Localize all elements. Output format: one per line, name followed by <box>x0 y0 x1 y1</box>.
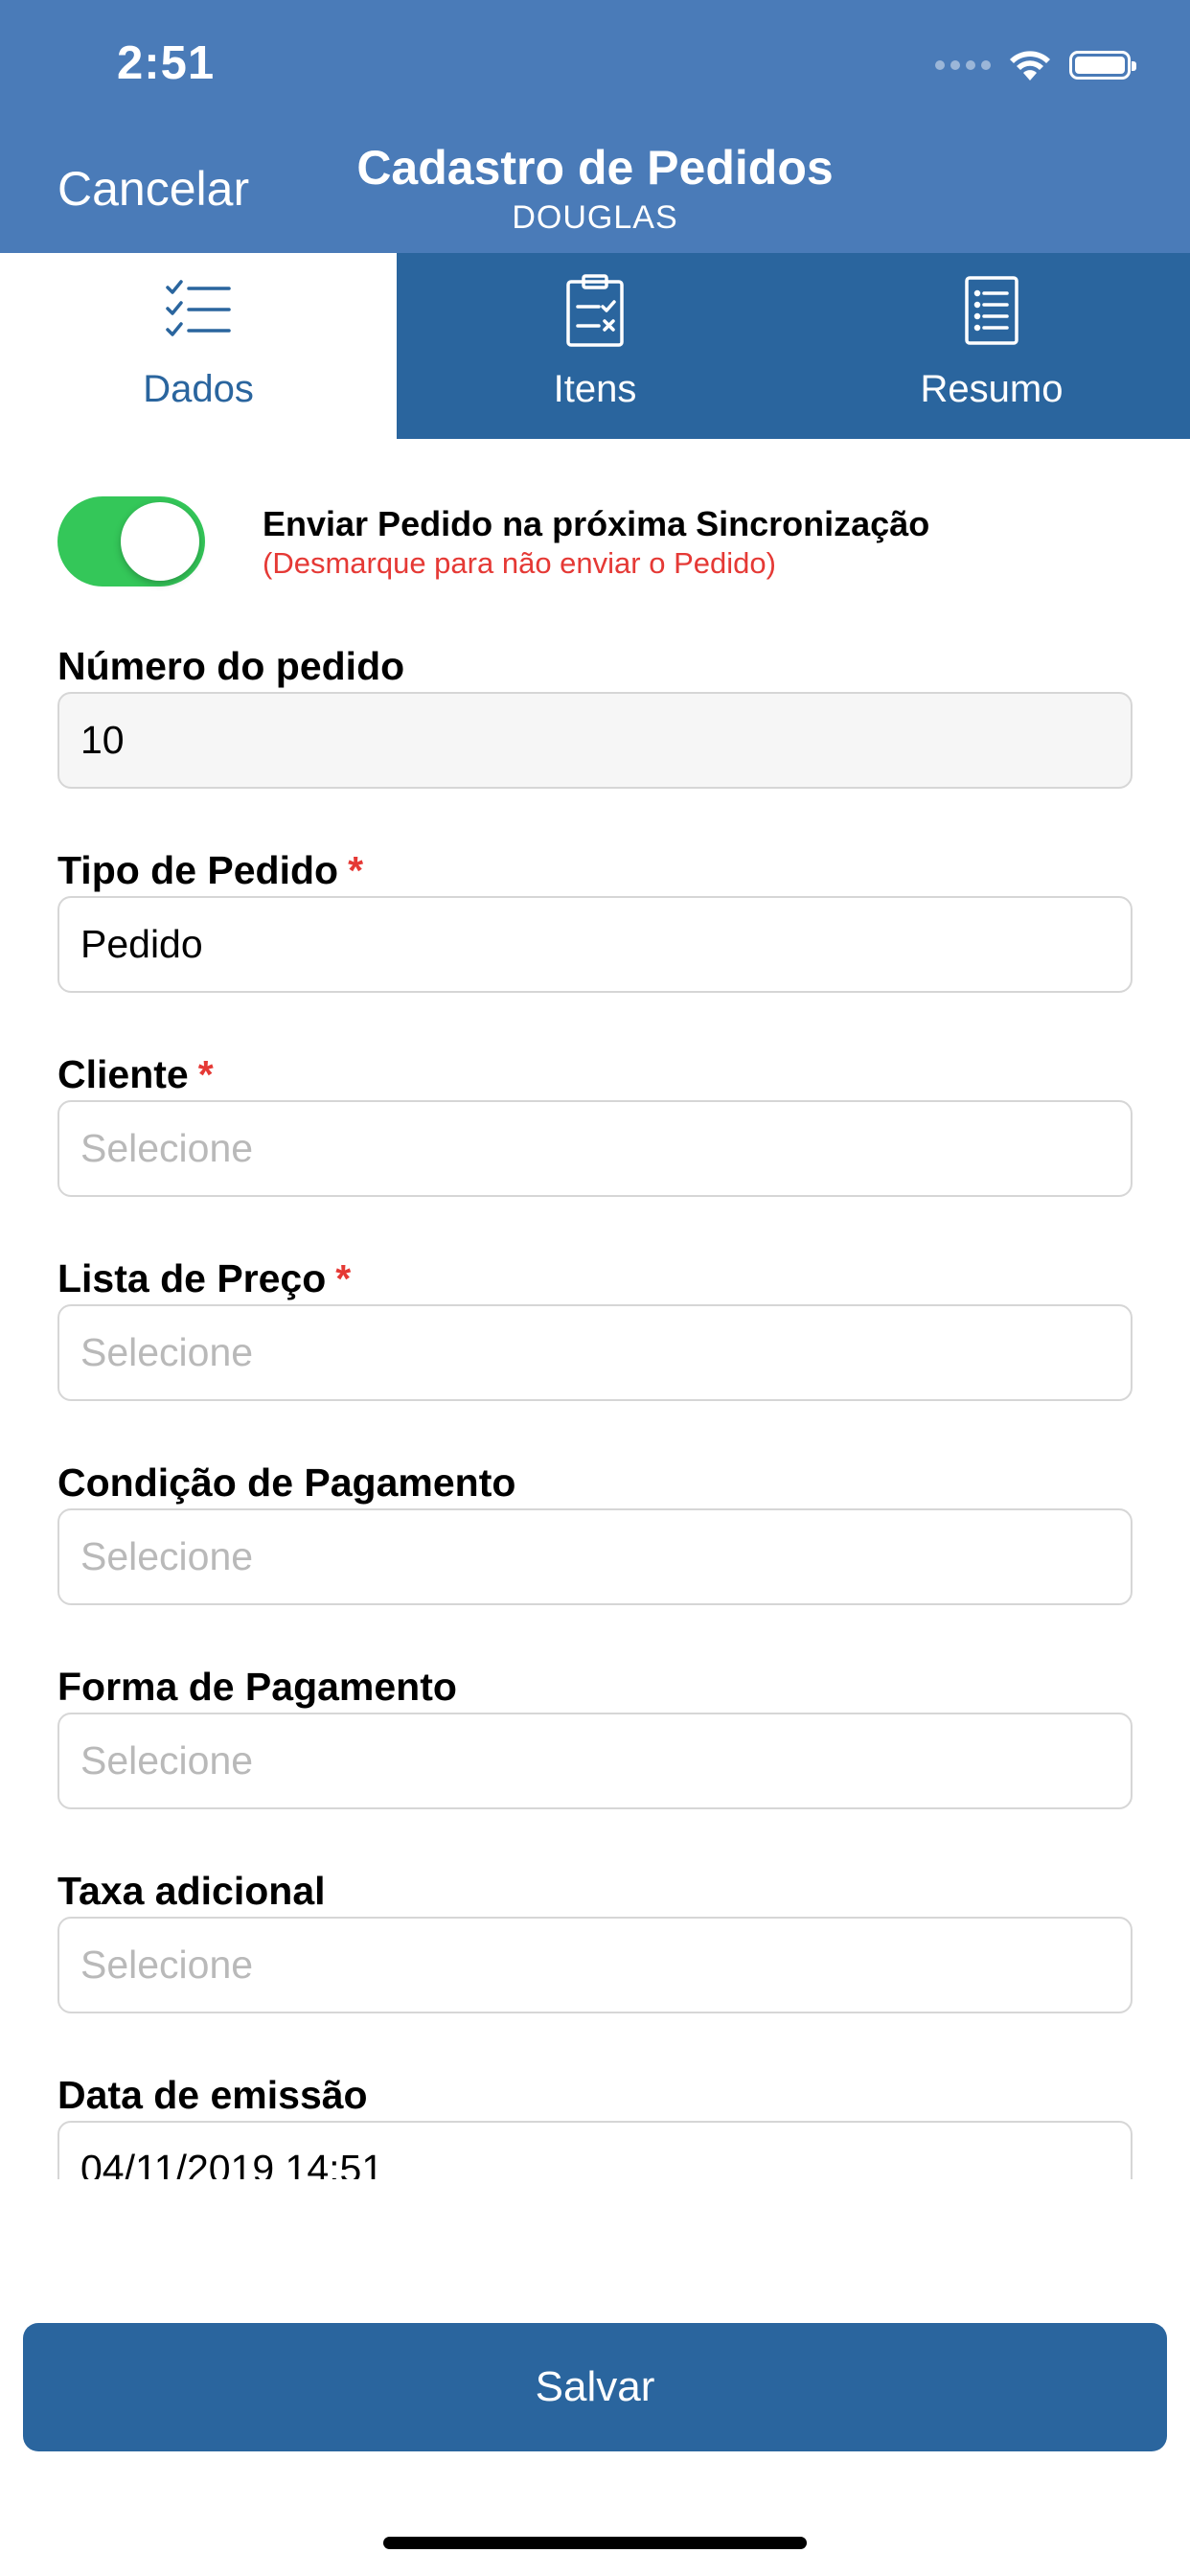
document-list-icon <box>965 276 1018 345</box>
taxa-label: Taxa adicional <box>57 1869 326 1914</box>
tipo-field[interactable]: Pedido <box>57 896 1133 993</box>
cliente-placeholder: Selecione <box>80 1126 254 1170</box>
tab-resumo[interactable]: Resumo <box>793 253 1190 439</box>
tab-dados-label: Dados <box>143 368 254 410</box>
lista-preco-label: Lista de Preço * <box>57 1256 351 1301</box>
condicao-placeholder: Selecione <box>80 1534 254 1578</box>
status-time: 2:51 <box>117 37 216 89</box>
save-button[interactable]: Salvar <box>23 2323 1167 2451</box>
lista-preco-field[interactable]: Selecione <box>57 1304 1133 1401</box>
battery-icon <box>1069 51 1136 80</box>
taxa-label-text: Taxa adicional <box>57 1869 326 1913</box>
required-mark: * <box>335 1256 352 1300</box>
lista-preco-label-text: Lista de Preço <box>57 1256 327 1300</box>
tipo-label-text: Tipo de Pedido <box>57 848 339 892</box>
tab-resumo-label: Resumo <box>920 368 1064 410</box>
required-mark: * <box>348 848 364 892</box>
cliente-label-text: Cliente <box>57 1052 189 1096</box>
scroll-clip: 04/11/2019 14:51 <box>0 2118 1190 2179</box>
required-mark: * <box>197 1052 214 1096</box>
taxa-placeholder: Selecione <box>80 1943 254 1987</box>
cliente-field[interactable]: Selecione <box>57 1100 1133 1197</box>
forma-label-text: Forma de Pagamento <box>57 1665 457 1709</box>
condicao-field[interactable]: Selecione <box>57 1508 1133 1605</box>
clipboard-icon <box>566 274 624 347</box>
navigation-header: 2:51 Cancelar Cadastro de Pedidos DOUGLA… <box>0 0 1190 253</box>
cellular-signal-icon <box>935 60 991 70</box>
condicao-label-text: Condição de Pagamento <box>57 1460 516 1505</box>
numero-field: 10 <box>57 692 1133 789</box>
toggle-knob <box>121 502 199 581</box>
numero-label-text: Número do pedido <box>57 644 405 688</box>
cliente-label: Cliente * <box>57 1052 214 1097</box>
forma-placeholder: Selecione <box>80 1738 254 1782</box>
tab-dados[interactable]: Dados <box>0 253 397 439</box>
sync-subtitle: (Desmarque para não enviar o Pedido) <box>263 546 776 580</box>
data-label-text: Data de emissão <box>57 2073 368 2117</box>
forma-field[interactable]: Selecione <box>57 1713 1133 1809</box>
data-value: 04/11/2019 14:51 <box>80 2147 384 2179</box>
forma-label: Forma de Pagamento <box>57 1665 457 1710</box>
data-label: Data de emissão <box>57 2073 368 2118</box>
numero-value: 10 <box>80 718 125 762</box>
condicao-label: Condição de Pagamento <box>57 1460 515 1506</box>
wifi-icon <box>1010 51 1050 80</box>
tab-itens[interactable]: Itens <box>397 253 793 439</box>
page-title: Cadastro de Pedidos <box>356 141 834 195</box>
taxa-field[interactable]: Selecione <box>57 1917 1133 2013</box>
sync-toggle[interactable] <box>57 496 205 586</box>
checklist-icon <box>166 280 231 336</box>
lista-preco-placeholder: Selecione <box>80 1330 254 1374</box>
tab-itens-label: Itens <box>553 368 637 410</box>
status-indicators <box>935 44 1136 86</box>
numero-label: Número do pedido <box>57 644 404 689</box>
tipo-label: Tipo de Pedido * <box>57 848 363 893</box>
data-field[interactable]: 04/11/2019 14:51 <box>57 2121 1133 2179</box>
tab-bar: Dados Itens Resumo <box>0 253 1190 439</box>
sync-title: Enviar Pedido na próxima Sincronização <box>263 504 930 543</box>
tipo-value: Pedido <box>80 922 203 966</box>
home-indicator <box>383 2537 807 2549</box>
page-subtitle: DOUGLAS <box>512 199 678 236</box>
